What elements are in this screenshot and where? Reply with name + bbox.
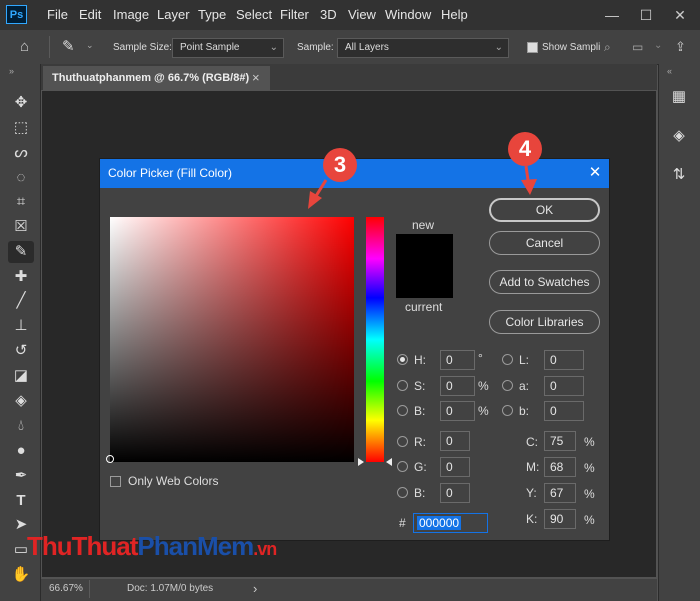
- arrow-4-head: [521, 179, 537, 195]
- step-marker-3: 3: [323, 148, 357, 182]
- arrow-3-shaft: [314, 179, 328, 197]
- arrow-4-shaft: [524, 165, 530, 181]
- step-marker-4: 4: [508, 132, 542, 166]
- watermark-part-3: .vn: [253, 539, 277, 559]
- watermark: ThuThuatPhanMem.vn: [27, 531, 277, 562]
- arrow-3-head: [308, 191, 322, 209]
- watermark-part-2: PhanMem: [137, 531, 254, 561]
- annotation-arrows: [308, 165, 537, 209]
- watermark-part-1: ThuThuat: [27, 531, 138, 561]
